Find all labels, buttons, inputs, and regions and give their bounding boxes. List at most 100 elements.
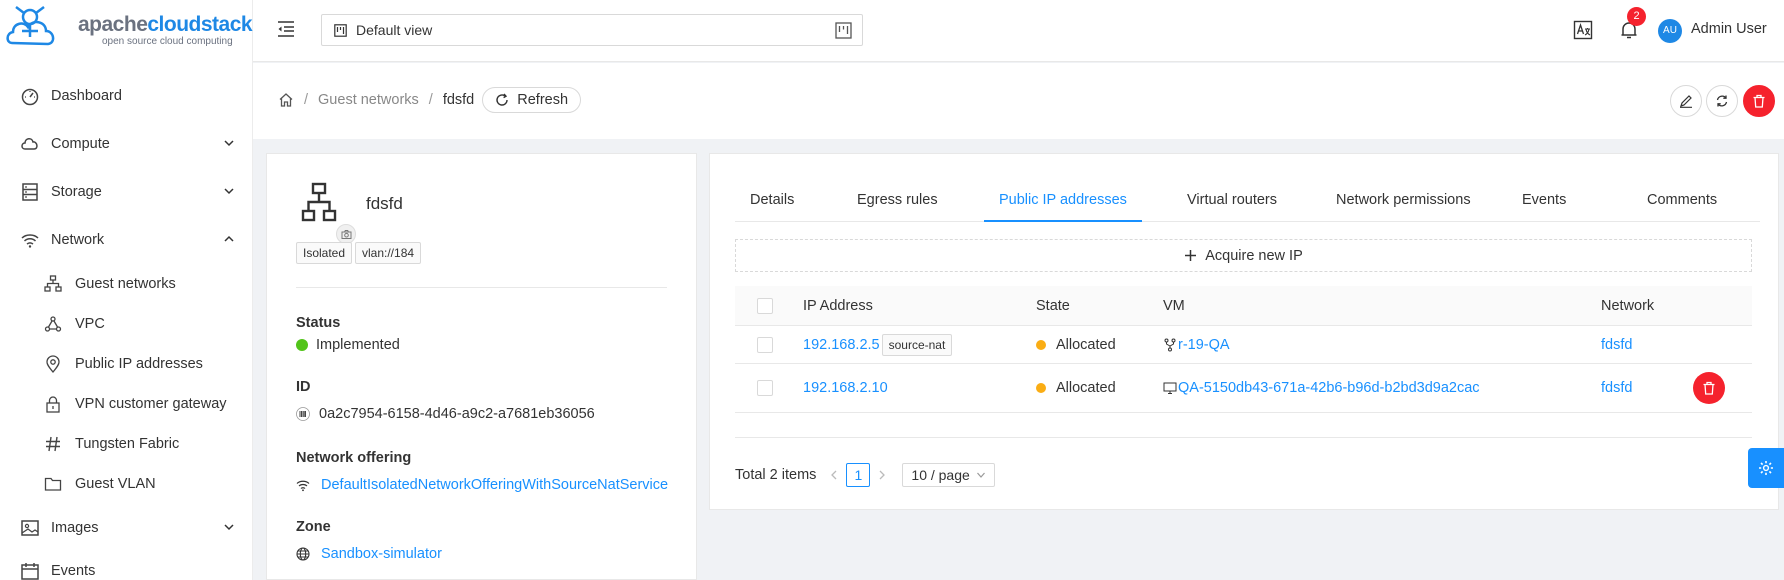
wifi-icon: [21, 234, 39, 248]
avatar[interactable]: AU: [1658, 19, 1682, 43]
logo[interactable]: apachecloudstack open source cloud compu…: [4, 3, 253, 59]
sidebar-item-vpc[interactable]: VPC: [0, 304, 253, 344]
tab-bar: Details Egress rules Public IP addresses…: [735, 178, 1760, 222]
tab-public-ip-addresses[interactable]: Public IP addresses: [984, 178, 1142, 222]
tab-egress-rules[interactable]: Egress rules: [857, 178, 938, 222]
logo-tagline: open source cloud computing: [102, 36, 233, 47]
status-text: Implemented: [316, 337, 400, 353]
sidebar-item-dashboard[interactable]: Dashboard: [0, 72, 253, 120]
delete-network-button[interactable]: [1743, 85, 1775, 117]
chevron-right-icon[interactable]: [876, 469, 888, 481]
tab-virtual-routers[interactable]: Virtual routers: [1187, 178, 1277, 222]
sidebar-item-vpn-customer-gateway[interactable]: VPN customer gateway: [0, 384, 253, 424]
barcode-icon[interactable]: [296, 407, 310, 421]
breadcrumb-guest-networks-link[interactable]: Guest networks: [318, 92, 419, 108]
upload-icon-button[interactable]: [336, 224, 356, 244]
column-header-ip-address[interactable]: IP Address: [803, 286, 873, 325]
menu-fold-icon[interactable]: [276, 19, 296, 39]
deployment-unit-icon: [44, 316, 62, 332]
column-header-vm[interactable]: VM: [1163, 286, 1185, 325]
database-icon: [22, 183, 38, 201]
sidebar-item-tungsten-fabric[interactable]: Tungsten Fabric: [0, 424, 253, 464]
cloud-icon: [21, 138, 38, 150]
sidebar-sub-label: VPN customer gateway: [75, 396, 227, 412]
fork-icon: [1164, 338, 1176, 351]
folder-icon: [44, 477, 62, 491]
row-checkbox[interactable]: [757, 380, 773, 396]
table-row: 192.168.2.10 Allocated QA-5150db43-671a-…: [735, 364, 1752, 413]
network-info-card: fdsfd Isolated vlan://184 Status Impleme…: [266, 153, 697, 580]
sidebar-item-guest-networks[interactable]: Guest networks: [0, 264, 253, 304]
select-all-checkbox[interactable]: [757, 297, 773, 314]
state-dot-icon: [1036, 383, 1046, 393]
id-text: 0a2c7954-6158-4d46-a9c2-a7681eb36056: [319, 406, 595, 422]
sidebar-item-images[interactable]: Images: [0, 504, 253, 552]
sidebar-item-events[interactable]: Events: [0, 552, 253, 580]
sidebar-sub-label: Public IP addresses: [75, 356, 203, 372]
sidebar-item-guest-vlan[interactable]: Guest VLAN: [0, 464, 253, 504]
sidebar-sub-label: VPC: [75, 316, 105, 332]
tab-events[interactable]: Events: [1522, 178, 1566, 222]
edit-icon: [1680, 95, 1692, 108]
lock-icon: [46, 396, 60, 413]
zone-link[interactable]: Sandbox-simulator: [321, 546, 442, 562]
total-items: Total 2 items: [735, 467, 817, 483]
vm-link[interactable]: r-19-QA: [1178, 337, 1230, 353]
cloudstack-monkey-logo-icon: [6, 6, 55, 46]
breadcrumb: / Guest networks / fdsfd Refresh: [278, 87, 582, 113]
tab-comments[interactable]: Comments: [1647, 178, 1717, 222]
sidebar-item-label: Network: [51, 232, 105, 248]
refresh-button[interactable]: Refresh: [482, 87, 582, 113]
release-ip-button[interactable]: [1693, 372, 1725, 404]
id-label: ID: [296, 379, 311, 395]
network-link[interactable]: fdsfd: [1601, 380, 1632, 396]
page-1-button[interactable]: 1: [846, 463, 871, 487]
home-icon[interactable]: [278, 92, 294, 108]
sidebar-item-public-ip-addresses[interactable]: Public IP addresses: [0, 344, 253, 384]
user-name[interactable]: Admin User: [1691, 21, 1767, 37]
sidebar-item-compute[interactable]: Compute: [0, 120, 253, 168]
restart-network-button[interactable]: [1706, 85, 1738, 117]
sidebar-item-label: Events: [51, 563, 96, 579]
column-header-state[interactable]: State: [1036, 286, 1070, 325]
vm-link[interactable]: QA-5150db43-671a-42b6-b96d-b2bd3d9a2cac: [1178, 380, 1480, 396]
sidebar-sub-label: Guest networks: [75, 276, 176, 292]
public-ip-table: IP Address State VM Network 192.168.2.5 …: [735, 286, 1752, 413]
sidebar-item-label: Dashboard: [51, 88, 122, 104]
state-text: Allocated: [1056, 336, 1116, 353]
chevron-left-icon[interactable]: [828, 469, 840, 481]
acquire-new-ip-button[interactable]: Acquire new IP: [735, 239, 1752, 272]
tab-network-permissions[interactable]: Network permissions: [1336, 178, 1471, 222]
settings-drawer-button[interactable]: [1748, 448, 1784, 488]
edit-network-button[interactable]: [1670, 85, 1702, 117]
chevron-down-icon: [224, 140, 234, 147]
page-size-select[interactable]: 10 / page: [902, 463, 995, 487]
network-offering-link[interactable]: DefaultIsolatedNetworkOfferingWithSource…: [321, 477, 668, 493]
divider: [296, 287, 667, 288]
translate-icon[interactable]: [1573, 20, 1593, 40]
delete-icon: [1753, 94, 1765, 108]
column-header-network[interactable]: Network: [1601, 286, 1654, 325]
source-nat-tag: source-nat: [881, 333, 953, 356]
status-value: Implemented: [296, 337, 400, 353]
chevron-up-icon: [224, 235, 234, 242]
id-value: 0a2c7954-6158-4d46-a9c2-a7681eb36056: [296, 406, 595, 422]
desktop-icon: [1163, 382, 1177, 394]
apartment-icon: [44, 275, 62, 292]
table-footer-divider: [735, 437, 1752, 438]
sidebar-item-network[interactable]: Network: [0, 216, 253, 264]
camera-icon: [341, 229, 351, 239]
project-board-icon[interactable]: [835, 22, 852, 39]
tab-details[interactable]: Details: [750, 178, 794, 222]
status-dot-icon: [296, 339, 308, 351]
network-link[interactable]: fdsfd: [1601, 337, 1632, 353]
environment-icon: [46, 355, 60, 373]
ip-address-link[interactable]: 192.168.2.10: [803, 380, 888, 396]
zone-value: Sandbox-simulator: [296, 546, 442, 562]
gear-icon: [1759, 461, 1773, 475]
sidebar-item-storage[interactable]: Storage: [0, 168, 253, 216]
row-checkbox[interactable]: [757, 336, 773, 353]
breadcrumb-current: fdsfd: [442, 92, 475, 108]
view-selector[interactable]: Default view: [321, 14, 863, 46]
ip-address-link[interactable]: 192.168.2.5: [803, 337, 880, 353]
